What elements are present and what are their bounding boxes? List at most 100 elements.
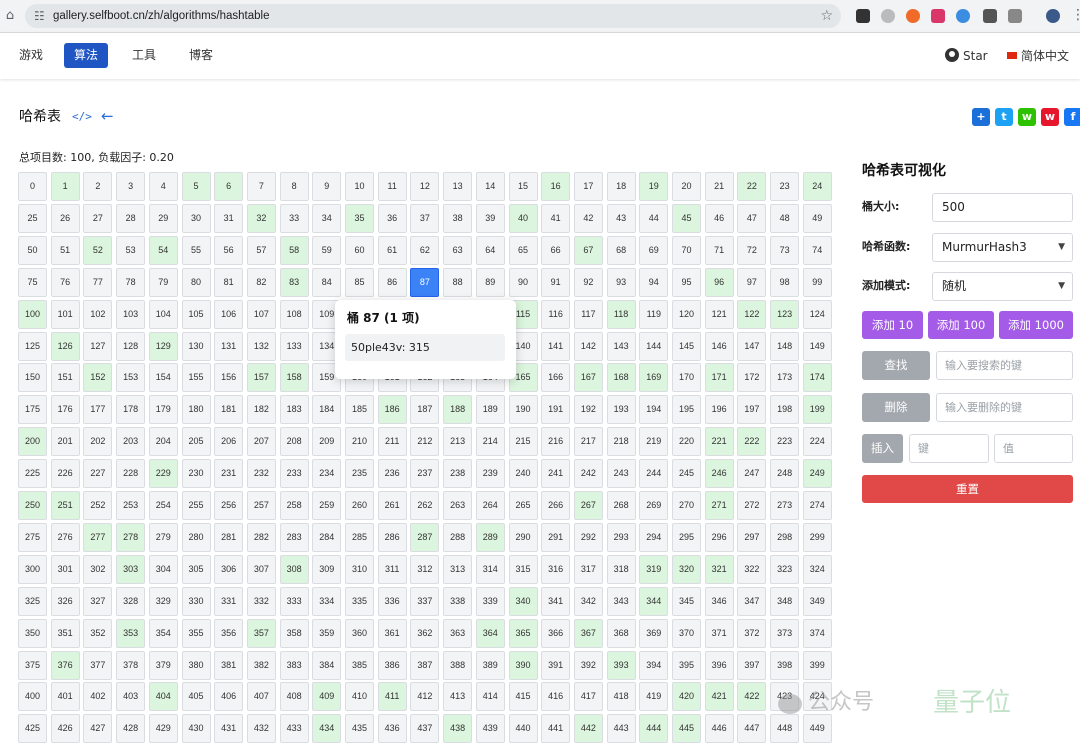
share-icon[interactable]: + bbox=[972, 108, 990, 126]
bucket-cell[interactable]: 144 bbox=[639, 331, 669, 361]
extension-icon[interactable] bbox=[906, 9, 920, 23]
bucket-cell[interactable]: 255 bbox=[181, 491, 211, 520]
bucket-cell[interactable]: 260 bbox=[345, 491, 374, 520]
bucket-cell[interactable]: 221 bbox=[704, 427, 734, 457]
hash-function-select[interactable]: MurmurHash3 ▼ bbox=[932, 233, 1073, 262]
bucket-cell[interactable]: 80 bbox=[181, 267, 211, 297]
bucket-cell[interactable]: 256 bbox=[214, 491, 244, 520]
bucket-cell[interactable]: 170 bbox=[672, 363, 701, 393]
bucket-cell[interactable]: 396 bbox=[704, 650, 734, 680]
weibo-icon[interactable]: w bbox=[1041, 108, 1059, 126]
bucket-cell[interactable]: 41 bbox=[541, 203, 571, 233]
bucket-cell[interactable]: 176 bbox=[50, 395, 80, 425]
bucket-cell[interactable]: 199 bbox=[802, 395, 832, 425]
bucket-cell[interactable]: 242 bbox=[573, 459, 603, 489]
bucket-cell[interactable]: 376 bbox=[50, 650, 80, 680]
bucket-cell[interactable]: 124 bbox=[802, 299, 832, 329]
bucket-cell[interactable]: 384 bbox=[312, 650, 342, 680]
bucket-cell[interactable]: 17 bbox=[573, 172, 603, 201]
bucket-cell[interactable]: 300 bbox=[18, 554, 47, 584]
puzzle-icon[interactable] bbox=[1008, 9, 1022, 23]
bucket-cell[interactable]: 223 bbox=[770, 427, 800, 457]
bucket-cell[interactable]: 177 bbox=[83, 395, 113, 425]
bucket-cell[interactable]: 391 bbox=[541, 650, 571, 680]
bucket-cell[interactable]: 434 bbox=[312, 714, 342, 744]
bucket-cell[interactable]: 168 bbox=[606, 363, 636, 393]
bucket-cell[interactable]: 365 bbox=[508, 618, 538, 648]
bucket-cell[interactable]: 341 bbox=[541, 586, 571, 616]
bucket-cell[interactable]: 418 bbox=[606, 682, 636, 712]
bucket-cell[interactable]: 247 bbox=[737, 459, 767, 489]
bucket-cell[interactable]: 445 bbox=[672, 714, 701, 744]
bookmark-star-icon[interactable]: ☆ bbox=[820, 7, 833, 25]
bucket-cell[interactable]: 205 bbox=[181, 427, 211, 457]
bucket-cell[interactable]: 431 bbox=[214, 714, 244, 744]
bucket-cell[interactable]: 42 bbox=[573, 203, 603, 233]
bucket-cell[interactable]: 433 bbox=[279, 714, 309, 744]
bucket-cell[interactable]: 337 bbox=[410, 586, 440, 616]
search-button[interactable]: 查找 bbox=[862, 351, 930, 380]
bucket-cell[interactable]: 100 bbox=[18, 299, 47, 329]
bucket-cell[interactable]: 188 bbox=[443, 395, 473, 425]
bucket-cell[interactable]: 336 bbox=[377, 586, 407, 616]
bucket-cell[interactable]: 68 bbox=[606, 235, 636, 265]
bucket-cell[interactable]: 30 bbox=[181, 203, 211, 233]
bucket-cell[interactable]: 330 bbox=[181, 586, 211, 616]
bucket-cell[interactable]: 270 bbox=[672, 491, 701, 520]
bucket-cell[interactable]: 350 bbox=[18, 618, 47, 648]
bucket-cell[interactable]: 317 bbox=[573, 554, 603, 584]
bucket-cell[interactable]: 58 bbox=[279, 235, 309, 265]
add-10-button[interactable]: 添加 10 bbox=[862, 311, 923, 339]
bucket-cell[interactable]: 98 bbox=[770, 267, 800, 297]
bucket-cell[interactable]: 420 bbox=[672, 682, 701, 712]
bucket-cell[interactable]: 252 bbox=[83, 491, 113, 520]
bucket-cell[interactable]: 118 bbox=[606, 299, 636, 329]
bucket-cell[interactable]: 338 bbox=[443, 586, 473, 616]
bucket-cell[interactable]: 340 bbox=[508, 586, 538, 616]
bucket-cell[interactable]: 359 bbox=[312, 618, 342, 648]
bucket-cell[interactable]: 184 bbox=[312, 395, 342, 425]
bucket-cell[interactable]: 288 bbox=[443, 522, 473, 552]
bucket-cell[interactable]: 185 bbox=[345, 395, 374, 425]
site-info-icon[interactable]: ☷ bbox=[34, 8, 45, 24]
bucket-cell[interactable]: 313 bbox=[443, 554, 473, 584]
bucket-cell[interactable]: 191 bbox=[541, 395, 571, 425]
bucket-cell[interactable]: 355 bbox=[181, 618, 211, 648]
bucket-cell[interactable]: 428 bbox=[116, 714, 146, 744]
bucket-cell[interactable]: 146 bbox=[704, 331, 734, 361]
url-text[interactable]: gallery.selfboot.cn/zh/algorithms/hashta… bbox=[53, 8, 270, 24]
bucket-cell[interactable]: 179 bbox=[148, 395, 178, 425]
key-input[interactable]: 键 bbox=[909, 434, 989, 463]
bucket-cell[interactable]: 93 bbox=[606, 267, 636, 297]
bucket-cell[interactable]: 119 bbox=[639, 299, 669, 329]
bucket-cell[interactable]: 126 bbox=[50, 331, 80, 361]
bucket-cell[interactable]: 436 bbox=[377, 714, 407, 744]
bucket-cell[interactable]: 75 bbox=[18, 267, 47, 297]
bucket-cell[interactable]: 82 bbox=[246, 267, 276, 297]
bucket-cell[interactable]: 401 bbox=[50, 682, 80, 712]
bucket-cell[interactable]: 45 bbox=[672, 203, 701, 233]
bucket-cell[interactable]: 353 bbox=[116, 618, 146, 648]
bucket-cell[interactable]: 116 bbox=[541, 299, 571, 329]
bucket-cell[interactable]: 28 bbox=[116, 203, 146, 233]
bucket-cell[interactable]: 101 bbox=[50, 299, 80, 329]
add-100-button[interactable]: 添加 100 bbox=[928, 311, 994, 339]
bucket-cell[interactable]: 259 bbox=[312, 491, 342, 520]
bucket-cell[interactable]: 186 bbox=[377, 395, 407, 425]
bucket-cell[interactable]: 63 bbox=[443, 235, 473, 265]
bucket-cell[interactable]: 167 bbox=[573, 363, 603, 393]
search-input[interactable]: 输入要搜索的键 bbox=[936, 351, 1073, 380]
bucket-cell[interactable]: 128 bbox=[116, 331, 146, 361]
bucket-cell[interactable]: 413 bbox=[443, 682, 473, 712]
bucket-cell[interactable]: 53 bbox=[116, 235, 146, 265]
bucket-cell[interactable]: 26 bbox=[50, 203, 80, 233]
bucket-cell[interactable]: 151 bbox=[50, 363, 80, 393]
bucket-cell[interactable]: 279 bbox=[148, 522, 178, 552]
bucket-cell[interactable]: 263 bbox=[443, 491, 473, 520]
bucket-cell[interactable]: 368 bbox=[606, 618, 636, 648]
bucket-cell[interactable]: 268 bbox=[606, 491, 636, 520]
bucket-cell[interactable]: 258 bbox=[279, 491, 309, 520]
bucket-cell[interactable]: 232 bbox=[246, 459, 276, 489]
bucket-cell[interactable]: 149 bbox=[802, 331, 832, 361]
bucket-cell[interactable]: 292 bbox=[573, 522, 603, 552]
